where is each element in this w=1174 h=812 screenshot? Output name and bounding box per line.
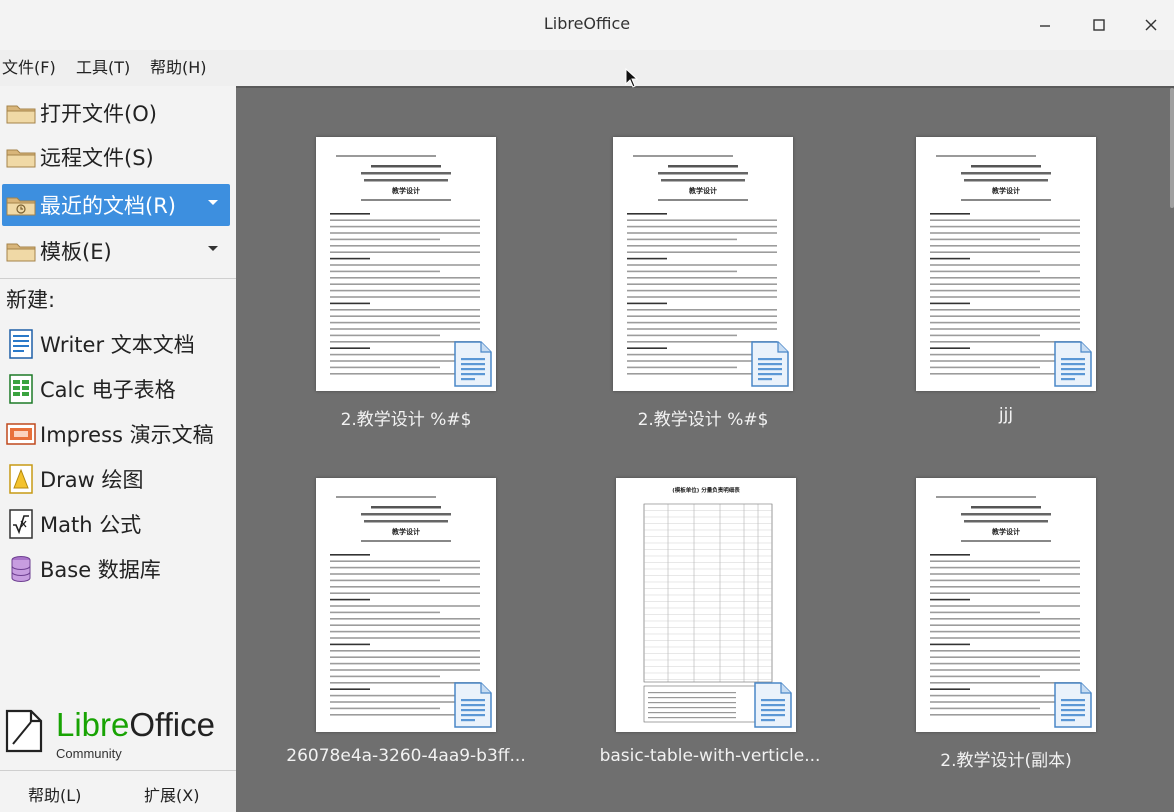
minimize-icon [1040,25,1050,27]
thumbnail-heading: 教学设计 [391,527,420,536]
remote-files-label: 远程文件(S) [40,146,154,170]
new-calc-button[interactable]: Calc 电子表格 [2,368,230,410]
menu-file[interactable]: 文件(F) [2,54,56,78]
thumbnail-heading: 教学设计 [391,186,420,195]
divider [0,770,236,771]
remote-folder-icon [4,140,38,174]
thumbnail-heading: 教学设计 [688,186,717,195]
chevron-down-icon[interactable] [208,200,218,205]
title-bar: LibreOffice [0,0,1174,50]
writer-document-icon [1054,341,1092,387]
new-writer-label: Writer 文本文档 [40,333,195,357]
templates-label: 模板(E) [40,240,112,264]
extensions-button[interactable]: 扩展(X) [144,782,199,806]
maximize-button[interactable] [1086,12,1112,38]
recent-document-thumbnail[interactable]: (模板单位) 分量负责明细表 [616,478,796,732]
recent-document-caption[interactable]: 2.教学设计 %#$ [573,405,833,430]
writer-icon [4,327,38,361]
new-calc-label: Calc 电子表格 [40,378,176,402]
new-math-label: Math 公式 [40,513,142,537]
recent-documents-button[interactable]: 最近的文档(R) [2,184,230,226]
new-base-label: Base 数据库 [40,558,161,582]
close-button[interactable] [1138,12,1164,38]
thumbnail-heading: 教学设计 [991,186,1020,195]
writer-document-icon [1054,682,1092,728]
remote-files-button[interactable]: 远程文件(S) [2,136,230,178]
templates-folder-icon [4,234,38,268]
base-icon [4,552,38,586]
new-math-button[interactable]: Math 公式 [2,503,230,545]
new-draw-label: Draw 绘图 [40,468,144,492]
close-icon [1145,19,1157,31]
writer-document-icon [454,682,492,728]
recent-document-caption[interactable]: jjj [876,405,1136,425]
writer-document-icon [754,682,792,728]
new-impress-label: Impress 演示文稿 [40,423,214,447]
thumbnail-heading: (模板单位) 分量负责明细表 [672,486,740,494]
math-icon [4,507,38,541]
divider [0,278,236,279]
writer-document-icon [751,341,789,387]
menu-help[interactable]: 帮助(H) [150,54,207,78]
minimize-button[interactable] [1032,12,1058,38]
recent-documents-view: 教学设计 2.教学设计 %#$ 教学设计 2.教学设计 %#$ 教学设计 jjj… [236,86,1174,812]
mouse-cursor-icon [625,68,639,88]
menu-tools[interactable]: 工具(T) [76,54,130,78]
open-file-label: 打开文件(O) [40,102,157,126]
libreoffice-logo: LibreOffice Community [4,706,232,768]
recent-document-thumbnail[interactable]: 教学设计 [316,137,496,391]
recent-documents-label: 最近的文档(R) [40,194,176,218]
new-impress-button[interactable]: Impress 演示文稿 [2,413,230,455]
folder-icon [4,96,38,130]
scrollbar[interactable] [1170,88,1174,208]
divider [236,86,1174,88]
recent-document-caption[interactable]: basic-table-with-verticle... [580,746,840,766]
templates-button[interactable]: 模板(E) [2,230,230,272]
thumbnail-heading: 教学设计 [991,527,1020,536]
help-button[interactable]: 帮助(L) [28,782,81,806]
new-base-button[interactable]: Base 数据库 [2,548,230,590]
recent-document-thumbnail[interactable]: 教学设计 [916,137,1096,391]
recent-document-caption[interactable]: 26078e4a-3260-4aa9-b3ff... [276,746,536,766]
recent-document-thumbnail[interactable]: 教学设计 [316,478,496,732]
draw-icon [4,462,38,496]
new-draw-button[interactable]: Draw 绘图 [2,458,230,500]
logo-community: Community [56,746,122,761]
libreoffice-logo-icon [5,709,43,753]
writer-document-icon [454,341,492,387]
window-title: LibreOffice [543,14,631,33]
new-writer-button[interactable]: Writer 文本文档 [2,323,230,365]
start-center-sidebar: 打开文件(O) 远程文件(S) 最近的文档(R) 模板(E) 新建: Write… [0,86,236,812]
recent-document-thumbnail[interactable]: 教学设计 [613,137,793,391]
recent-document-caption[interactable]: 2.教学设计(副本) [876,746,1136,771]
open-file-button[interactable]: 打开文件(O) [2,92,230,134]
logo-wordmark: LibreOffice [56,706,215,743]
recent-folder-icon [4,188,38,222]
impress-icon [4,417,38,451]
recent-document-thumbnail[interactable]: 教学设计 [916,478,1096,732]
new-section-label: 新建: [6,288,56,312]
chevron-down-icon[interactable] [208,246,218,251]
calc-icon [4,372,38,406]
maximize-icon [1093,19,1105,31]
recent-document-caption[interactable]: 2.教学设计 %#$ [276,405,536,430]
